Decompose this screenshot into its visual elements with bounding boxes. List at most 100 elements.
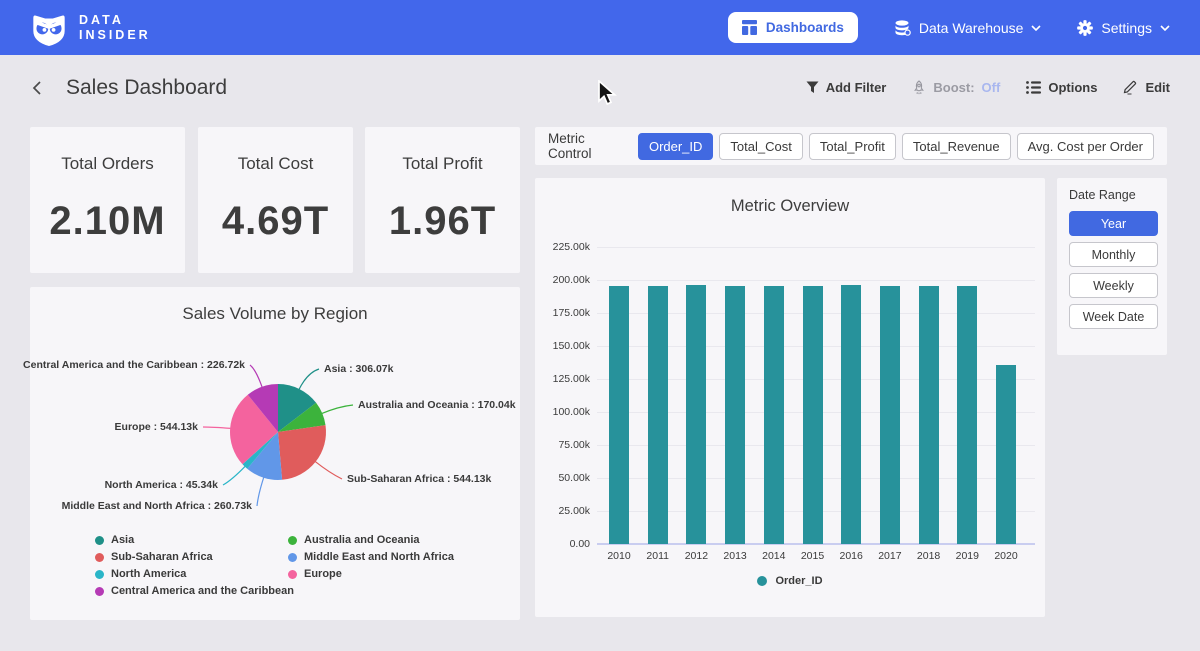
metric-control-option-total-profit[interactable]: Total_Profit [809, 133, 896, 160]
options-button[interactable]: Options [1026, 80, 1097, 95]
pencil-icon [1123, 80, 1138, 95]
y-axis-tick: 75.00k [535, 439, 590, 451]
bar-2010 [609, 286, 629, 544]
legend-label: Europe [304, 568, 342, 580]
dashboards-label: Dashboards [766, 20, 844, 35]
page-title: Sales Dashboard [66, 76, 227, 100]
legend-label: Sub-Saharan Africa [111, 551, 213, 563]
y-axis-tick: 200.00k [535, 274, 590, 286]
rocket-icon [912, 80, 926, 95]
x-axis-tick: 2012 [676, 550, 716, 562]
legend-item-sub-saharan-africa: Sub-Saharan Africa [95, 551, 213, 563]
back-button[interactable] [30, 80, 46, 96]
x-axis-tick: 2014 [754, 550, 794, 562]
date-range-option-week-date[interactable]: Week Date [1069, 304, 1158, 329]
x-axis-tick: 2015 [793, 550, 833, 562]
legend-dot [288, 553, 297, 562]
date-range-option-weekly[interactable]: Weekly [1069, 273, 1158, 298]
legend-dot [95, 536, 104, 545]
bar-2015 [803, 286, 823, 544]
legend-dot [95, 570, 104, 579]
legend-item-middle-east-and-north-africa: Middle East and North Africa [288, 551, 454, 563]
legend-label: North America [111, 568, 186, 580]
bar-2018 [919, 286, 939, 544]
x-axis-tick: 2019 [947, 550, 987, 562]
bar-2017 [880, 286, 900, 544]
edit-button[interactable]: Edit [1123, 80, 1170, 95]
gridline [597, 247, 1035, 248]
kpi-value: 2.10M [49, 199, 165, 244]
database-icon [894, 20, 911, 36]
kpi-label: Total Profit [402, 154, 482, 174]
pie-chart-card: Sales Volume by Region Asia : 306.07kAus… [30, 287, 520, 620]
options-label: Options [1048, 80, 1097, 95]
data-warehouse-label: Data Warehouse [919, 20, 1024, 36]
date-range-option-year[interactable]: Year [1069, 211, 1158, 236]
bar-chart: 225.00k200.00k175.00k150.00k125.00k100.0… [535, 178, 1045, 617]
data-warehouse-menu[interactable]: Data Warehouse [894, 20, 1042, 36]
x-axis-tick: 2010 [599, 550, 639, 562]
boost-label: Boost: [933, 80, 974, 95]
y-axis-tick: 100.00k [535, 406, 590, 418]
kpi-card-total-cost: Total Cost 4.69T [198, 127, 353, 273]
legend-item-australia-and-oceania: Australia and Oceania [288, 534, 420, 546]
legend-series-label: Order_ID [775, 575, 822, 587]
y-axis-tick: 150.00k [535, 340, 590, 352]
y-axis-tick: 0.00 [535, 538, 590, 550]
chevron-down-icon [1160, 25, 1170, 31]
legend-dot [757, 576, 767, 586]
bar-2014 [764, 286, 784, 544]
dashboards-button[interactable]: Dashboards [728, 12, 858, 43]
kpi-card-total-profit: Total Profit 1.96T [365, 127, 520, 273]
y-axis-tick: 125.00k [535, 373, 590, 385]
legend-dot [95, 553, 104, 562]
gear-icon [1077, 20, 1093, 36]
chevron-down-icon [1031, 25, 1041, 31]
bar-2013 [725, 286, 745, 544]
kpi-label: Total Cost [238, 154, 314, 174]
metric-control-option-total-cost[interactable]: Total_Cost [719, 133, 802, 160]
settings-menu[interactable]: Settings [1077, 20, 1170, 36]
add-filter-button[interactable]: Add Filter [806, 80, 887, 95]
x-axis-tick: 2011 [638, 550, 678, 562]
page-header: Sales Dashboard Add Filter Boost: Off Opt… [0, 55, 1200, 120]
legend-dot [95, 587, 104, 596]
kpi-value: 4.69T [222, 199, 329, 244]
add-filter-label: Add Filter [826, 80, 887, 95]
y-axis-tick: 225.00k [535, 241, 590, 253]
x-axis-tick: 2020 [986, 550, 1026, 562]
legend-item-asia: Asia [95, 534, 134, 546]
date-range-option-monthly[interactable]: Monthly [1069, 242, 1158, 267]
metric-control-option-total-revenue[interactable]: Total_Revenue [902, 133, 1011, 160]
legend-item-central-america-and-the-caribbean: Central America and the Caribbean [95, 585, 294, 597]
toolbar: Add Filter Boost: Off Options Edit [806, 80, 1170, 95]
x-axis-tick: 2013 [715, 550, 755, 562]
legend-dot [288, 536, 297, 545]
bar-2012 [686, 285, 706, 544]
boost-toggle[interactable]: Boost: Off [912, 80, 1000, 95]
logo-wordmark: DATA INSIDER [79, 13, 151, 43]
legend-label: Central America and the Caribbean [111, 585, 294, 597]
date-range-buttons: Year Monthly Weekly Week Date [1069, 211, 1157, 329]
boost-value: Off [982, 80, 1001, 95]
metric-control-label: Metric Control [548, 131, 624, 161]
metric-control-option-avg-cost-per-order[interactable]: Avg. Cost per Order [1017, 133, 1154, 160]
kpi-value: 1.96T [389, 199, 496, 244]
bar-chart-card: Metric Overview 225.00k200.00k175.00k150… [535, 178, 1045, 617]
x-axis-tick: 2016 [831, 550, 871, 562]
bar-chart-legend: Order_ID [535, 575, 1045, 587]
kpi-card-total-orders: Total Orders2.10M [30, 127, 185, 273]
legend-label: Asia [111, 534, 134, 546]
legend-item-europe: Europe [288, 568, 342, 580]
metric-control-option-order-id[interactable]: Order_ID [638, 133, 713, 160]
chevron-left-icon [30, 80, 46, 96]
dashboard-grid-icon [742, 20, 757, 35]
x-axis-tick: 2017 [870, 550, 910, 562]
edit-label: Edit [1145, 80, 1170, 95]
legend-label: Middle East and North Africa [304, 551, 454, 563]
legend-item-north-america: North America [95, 568, 186, 580]
bar-2011 [648, 286, 668, 544]
app-logo[interactable]: DATA INSIDER [30, 9, 151, 47]
metric-control-bar: Metric Control Order_IDTotal_Cost Total_P… [535, 127, 1167, 165]
date-range-panel: Date Range YearMonthlyWeeklyWeek Date [1057, 178, 1167, 355]
